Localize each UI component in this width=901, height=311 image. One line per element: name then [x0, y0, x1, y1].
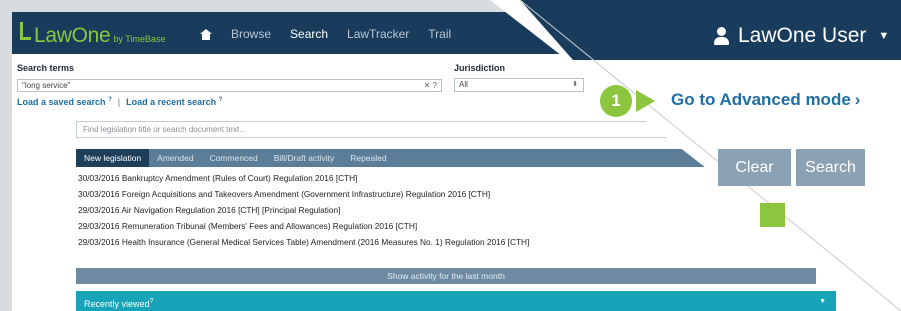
zoom-callout: LawOne User ▼ 1 Go to Advanced mode › Cle… — [0, 0, 901, 311]
clear-button[interactable]: Clear — [718, 149, 791, 186]
step-number-badge: 1 — [600, 85, 632, 117]
chevron-right-icon: › — [854, 90, 861, 109]
chevron-down-icon: ▼ — [878, 30, 890, 42]
arrow-right-icon — [636, 90, 655, 112]
user-menu[interactable]: LawOne User ▼ — [714, 24, 889, 48]
search-button[interactable]: Search — [796, 149, 865, 186]
user-name: LawOne User — [738, 24, 867, 47]
green-indicator — [760, 203, 785, 227]
user-icon — [714, 27, 729, 45]
advanced-mode-link[interactable]: Go to Advanced mode › — [671, 90, 860, 110]
